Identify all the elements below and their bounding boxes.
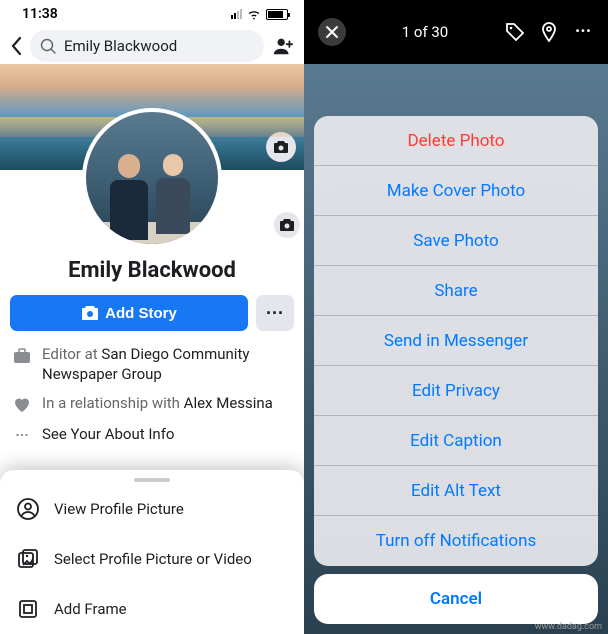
search-text: Emily Blackwood bbox=[64, 37, 177, 55]
more-button[interactable]: ··· bbox=[256, 295, 294, 331]
photo-top-bar: 1 of 30 ··· bbox=[304, 0, 608, 64]
cancel-button[interactable]: Cancel bbox=[314, 574, 598, 624]
briefcase-icon bbox=[12, 346, 32, 366]
person-circle-icon bbox=[16, 497, 40, 521]
send-in-messenger[interactable]: Send in Messenger bbox=[314, 316, 598, 366]
search-input[interactable]: Emily Blackwood bbox=[30, 30, 264, 62]
wifi-icon bbox=[247, 9, 261, 19]
camera-icon bbox=[279, 218, 295, 232]
watermark: www.dadag.com bbox=[535, 622, 602, 632]
tag-icon bbox=[504, 21, 526, 43]
search-icon bbox=[40, 38, 56, 54]
select-profile-picture[interactable]: Select Profile Picture or Video bbox=[0, 534, 304, 584]
profile-info: Editor at San Diego Community Newspaper … bbox=[0, 345, 304, 446]
sheet-handle[interactable] bbox=[134, 478, 170, 482]
location-icon bbox=[538, 21, 560, 43]
see-about-info[interactable]: ··· See Your About Info bbox=[12, 425, 292, 446]
tag-button[interactable] bbox=[504, 21, 526, 43]
make-cover-photo[interactable]: Make Cover Photo bbox=[314, 166, 598, 216]
photo-action-sheet: Delete Photo Make Cover Photo Save Photo… bbox=[314, 116, 598, 624]
add-friend-icon[interactable] bbox=[272, 35, 294, 57]
share-photo[interactable]: Share bbox=[314, 266, 598, 316]
heart-icon bbox=[12, 395, 32, 415]
status-time: 11:38 bbox=[22, 6, 58, 22]
gallery-icon bbox=[16, 547, 40, 571]
edit-privacy[interactable]: Edit Privacy bbox=[314, 366, 598, 416]
add-frame[interactable]: Add Frame bbox=[0, 584, 304, 634]
nav-bar: Emily Blackwood bbox=[0, 28, 304, 64]
action-buttons: Add Story ··· bbox=[0, 295, 304, 331]
save-photo[interactable]: Save Photo bbox=[314, 216, 598, 266]
work-info[interactable]: Editor at San Diego Community Newspaper … bbox=[12, 345, 292, 384]
battery-icon bbox=[266, 9, 288, 20]
status-icons bbox=[231, 9, 288, 20]
frame-icon bbox=[16, 597, 40, 621]
profile-screen: 11:38 Emily Blackwood bbox=[0, 0, 304, 634]
more-icon: ··· bbox=[12, 426, 32, 446]
close-icon bbox=[325, 25, 339, 39]
photo-counter: 1 of 30 bbox=[346, 23, 504, 41]
location-button[interactable] bbox=[538, 21, 560, 43]
signal-icon bbox=[231, 9, 242, 19]
edit-alt-text[interactable]: Edit Alt Text bbox=[314, 466, 598, 516]
delete-photo[interactable]: Delete Photo bbox=[314, 116, 598, 166]
add-story-button[interactable]: Add Story bbox=[10, 295, 248, 331]
profile-picture[interactable] bbox=[82, 108, 222, 248]
status-bar: 11:38 bbox=[0, 0, 304, 28]
view-profile-picture[interactable]: View Profile Picture bbox=[0, 484, 304, 534]
turn-off-notifications[interactable]: Turn off Notifications bbox=[314, 516, 598, 566]
edit-caption[interactable]: Edit Caption bbox=[314, 416, 598, 466]
profile-name: Emily Blackwood bbox=[0, 258, 304, 283]
relationship-info[interactable]: In a relationship with Alex Messina bbox=[12, 394, 292, 415]
more-button[interactable]: ··· bbox=[572, 21, 594, 43]
back-button[interactable] bbox=[10, 37, 22, 55]
avatar-container bbox=[0, 108, 304, 248]
profile-picture-sheet: View Profile Picture Select Profile Pict… bbox=[0, 470, 304, 634]
edit-profile-picture-button[interactable] bbox=[272, 210, 302, 240]
photo-viewer-screen: 1 of 30 ··· Alex Messina and 86 others bbox=[304, 0, 608, 634]
close-button[interactable] bbox=[318, 18, 346, 46]
camera-icon bbox=[81, 305, 99, 321]
